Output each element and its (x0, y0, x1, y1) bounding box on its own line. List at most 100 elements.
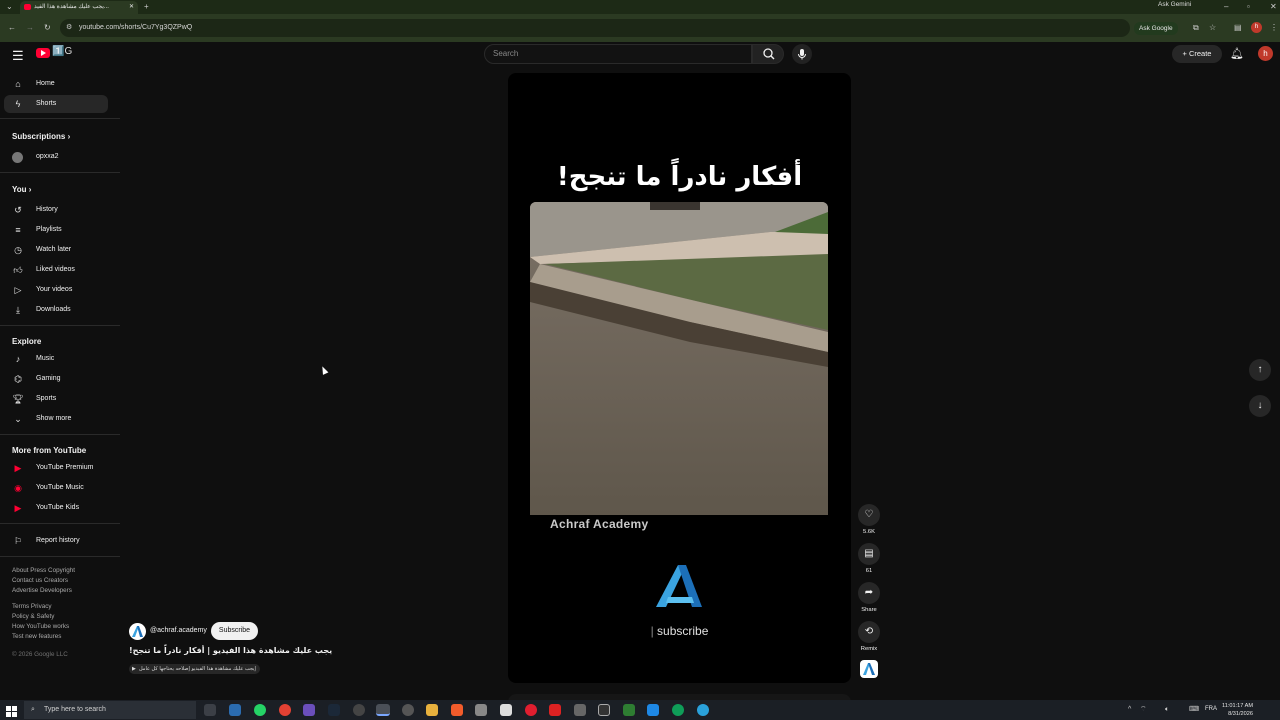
youtube-logo-icon[interactable] (36, 48, 50, 58)
subscriptions-heading[interactable]: Subscriptions › (12, 132, 70, 141)
user-avatar[interactable]: h (1258, 46, 1273, 61)
taskbar-search-input[interactable]: ⌕ Type here to search (24, 701, 196, 719)
app-icon[interactable] (574, 704, 586, 716)
sidebar-item-history[interactable]: ↺ History (4, 201, 108, 219)
close-window-icon[interactable]: ✕ (1270, 2, 1277, 12)
share-arrow-icon[interactable]: ➦ (858, 582, 880, 604)
suggested-video-chip[interactable]: ▶ إيجب عليك مشاهدة هذا الفيديو إصلاحه يحت… (129, 664, 260, 674)
ask-google-button[interactable]: Ask Google (1134, 22, 1178, 35)
chrome-active-icon[interactable] (376, 704, 390, 716)
url-field[interactable]: youtube.com/shorts/Cu7Yg3QZPwQ (60, 19, 1130, 37)
back-icon[interactable]: ← (8, 23, 16, 33)
sidebar-item-liked-videos[interactable]: 👍︎ Liked videos (4, 261, 108, 279)
heart-icon[interactable]: ♡ (858, 504, 880, 526)
sidebar-item-report-history[interactable]: ⚐ Report history (4, 532, 108, 550)
tab-list-icon[interactable]: ⌄ (6, 2, 13, 12)
brave-icon[interactable] (451, 704, 463, 716)
browser-menu-icon[interactable]: ⋮ (1270, 23, 1278, 33)
edge-icon[interactable] (672, 704, 684, 716)
forward-icon[interactable]: → (26, 23, 34, 33)
extensions-icon[interactable]: ▤ (1234, 23, 1242, 33)
task-view-icon[interactable] (204, 704, 216, 716)
sound-channel-thumbnail[interactable] (860, 660, 878, 678)
install-app-icon[interactable]: ⧉ (1193, 23, 1199, 33)
youtube-doodle-logo[interactable]: 1️⃣G (52, 46, 72, 57)
sidebar-item-watch-later[interactable]: ◷ Watch later (4, 241, 108, 259)
steam-icon[interactable] (328, 704, 340, 716)
minimize-icon[interactable]: – (1224, 2, 1228, 12)
app-icon[interactable] (623, 704, 635, 716)
video-frame[interactable] (530, 202, 828, 515)
new-tab-icon[interactable]: + (144, 2, 149, 12)
you-heading[interactable]: You › (12, 185, 31, 194)
remix-icon[interactable]: ⟲ (858, 621, 880, 643)
hamburger-menu-icon[interactable]: ☰ (12, 48, 24, 64)
comment-icon[interactable]: ▤ (858, 543, 880, 565)
voice-search-button[interactable] (792, 44, 812, 64)
like-action[interactable]: ♡ 5.6K (858, 504, 880, 535)
sidebar-item-gaming[interactable]: ⌬ Gaming (4, 370, 108, 388)
subscribe-button[interactable]: Subscribe (211, 622, 258, 640)
channel-handle[interactable]: @achraf.academy (150, 627, 207, 634)
subscription-item[interactable]: opxxa2 (4, 148, 108, 166)
app-icon[interactable] (229, 704, 241, 716)
show-more-button[interactable]: ⌄ Show more (4, 410, 108, 428)
ask-gemini-button[interactable]: Ask Gemini (1158, 1, 1191, 8)
browser-tab[interactable]: يجب عليك مشاهدة هذا الفيد... ✕ (20, 1, 138, 14)
app-icon[interactable] (647, 704, 659, 716)
sidebar-item-your-videos[interactable]: ▷ Your videos (4, 281, 108, 299)
footer-links[interactable]: How YouTube works (12, 622, 69, 632)
bookmark-star-icon[interactable]: ☆ (1209, 23, 1216, 33)
browser-profile-avatar[interactable]: h (1251, 22, 1262, 33)
sidebar-item-playlists[interactable]: ≡ Playlists (4, 221, 108, 239)
telegram-icon[interactable] (697, 704, 709, 716)
close-tab-icon[interactable]: ✕ (129, 1, 134, 13)
app-icon[interactable] (303, 704, 315, 716)
next-short-button[interactable]: ↓ (1249, 395, 1271, 417)
whatsapp-icon[interactable] (254, 704, 266, 716)
footer-links[interactable]: About Press Copyright (12, 566, 75, 576)
share-action[interactable]: ➦ Share (858, 582, 880, 613)
footer-links[interactable]: Advertise Developers (12, 586, 72, 596)
site-info-icon[interactable]: ⚙ (66, 23, 72, 33)
volume-icon[interactable]: 🔈︎ (1165, 705, 1169, 715)
sidebar-item-youtube-music[interactable]: ◉ YouTube Music (4, 479, 108, 497)
footer-links[interactable]: Terms Privacy (12, 602, 52, 612)
notifications-bell-icon[interactable]: 🔔︎ (1230, 47, 1244, 60)
sidebar-item-sports[interactable]: 🏆︎ Sports (4, 390, 108, 408)
comment-action[interactable]: ▤ 61 (858, 543, 880, 574)
sidebar-item-youtube-kids[interactable]: ▶ YouTube Kids (4, 499, 108, 517)
app-icon[interactable] (500, 704, 512, 716)
sidebar-item-downloads[interactable]: ⤓ Downloads (4, 301, 108, 319)
create-button[interactable]: + Create (1172, 45, 1222, 63)
app-icon[interactable] (549, 704, 561, 716)
app-icon[interactable] (353, 704, 365, 716)
search-button[interactable] (752, 44, 784, 64)
channel-avatar[interactable] (129, 623, 146, 640)
network-icon[interactable]: ⌔ (1140, 705, 1147, 715)
remix-action[interactable]: ⟲ Remix (858, 621, 880, 652)
footer-links[interactable]: Contact us Creators (12, 576, 68, 586)
settings-gear-icon[interactable] (402, 704, 414, 716)
sidebar-item-music[interactable]: ♪ Music (4, 350, 108, 368)
video-title[interactable]: يجب عليك مشاهدة هذا الفيديو | أفكار نادر… (129, 646, 332, 655)
tray-chevron-up-icon[interactable]: ^ (1128, 705, 1131, 715)
sidebar-item-shorts[interactable]: ϟ Shorts (4, 95, 108, 113)
windows-start-icon[interactable] (6, 704, 17, 717)
chrome-icon[interactable] (279, 704, 291, 716)
app-icon[interactable] (475, 704, 487, 716)
sidebar-item-youtube-premium[interactable]: ▶ YouTube Premium (4, 459, 108, 477)
maximize-icon[interactable]: ▫ (1247, 2, 1250, 12)
sidebar-item-home[interactable]: ⌂ Home (4, 75, 108, 93)
footer-links[interactable]: Test new features (12, 632, 61, 642)
file-explorer-icon[interactable] (426, 704, 438, 716)
input-language[interactable]: FRA (1205, 706, 1217, 712)
previous-short-button[interactable]: ↑ (1249, 359, 1271, 381)
app-icon[interactable] (598, 704, 610, 716)
keyboard-icon[interactable]: ⌨ (1189, 705, 1199, 715)
reload-icon[interactable]: ↻ (44, 23, 51, 33)
system-clock[interactable]: 11:01:17 AM 8/31/2026 (1222, 702, 1253, 718)
search-input[interactable]: Search (484, 44, 752, 64)
opera-icon[interactable] (525, 704, 537, 716)
footer-links[interactable]: Policy & Safety (12, 612, 54, 622)
